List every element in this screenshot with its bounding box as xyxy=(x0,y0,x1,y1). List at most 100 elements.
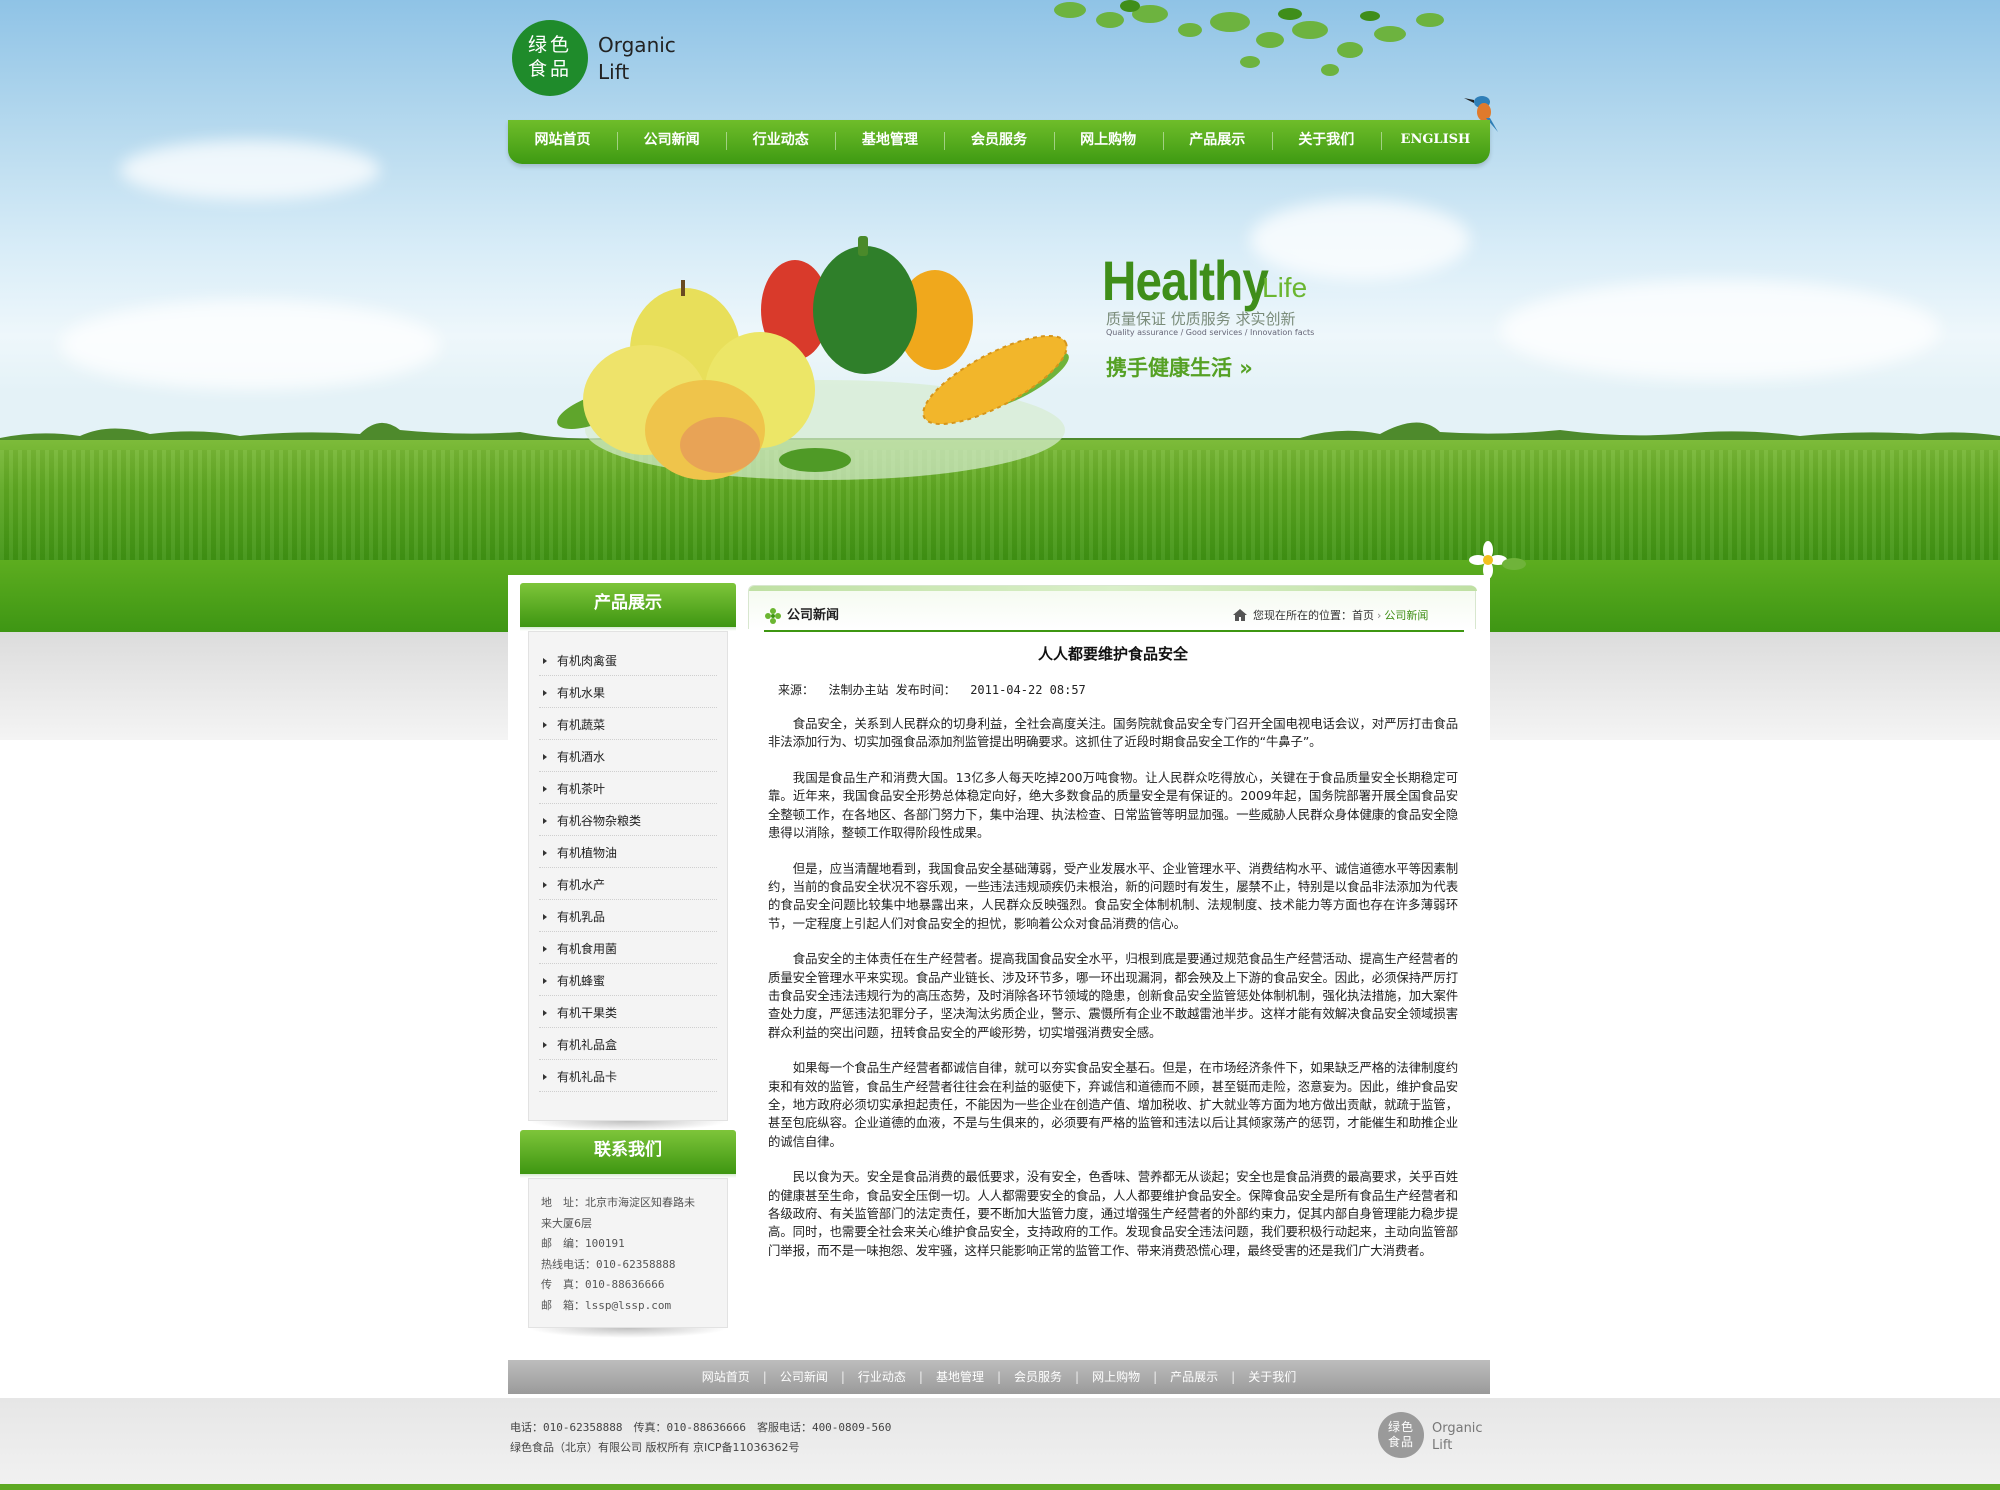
article-paragraph: 民以食为天。安全是食品消费的最低要求，没有安全，色香味、营养都无从谈起；安全也是… xyxy=(768,1169,1458,1258)
article-meta: 来源： 法制办主站 发布时间： 2011-04-22 08:57 xyxy=(778,683,1086,697)
footer-copyright: 绿色食品（北京）有限公司 版权所有 京ICP备11036362号 xyxy=(510,1441,800,1454)
main-navigation: 网站首页 公司新闻 行业动态 基地管理 会员服务 网上购物 产品展示 关于我们 … xyxy=(508,120,1490,164)
arrow-right-icon xyxy=(543,978,547,984)
footer-logo: 绿色 食品 Organic Lift xyxy=(1378,1412,1498,1462)
arrow-right-icon xyxy=(543,658,547,664)
footer-info: 电话：010-62358888 传真：010-88636666 客服电话：400… xyxy=(510,1418,891,1458)
banner-tagline-en: Quality assurance / Good services / Inno… xyxy=(1106,328,1315,337)
nav-english[interactable]: ENGLISH xyxy=(1380,120,1490,164)
product-category-item[interactable]: 有机食用菌 xyxy=(539,932,717,964)
footer-link-online-shop[interactable]: 网上购物 xyxy=(1092,1370,1140,1384)
banner-fruit-vegetables-image xyxy=(555,230,1095,490)
nav-company-news[interactable]: 公司新闻 xyxy=(617,120,726,164)
product-category-item[interactable]: 有机谷物杂粮类 xyxy=(539,804,717,836)
product-category-item[interactable]: 有机酒水 xyxy=(539,740,717,772)
banner-slogan-block: Healthy Life 质量保证 优质服务 求实创新 Quality assu… xyxy=(1102,248,1422,380)
product-category-item[interactable]: 有机肉禽蛋 xyxy=(539,644,717,676)
cloud xyxy=(60,300,440,390)
cloud xyxy=(1500,280,1940,380)
logo-text: Organic Lift xyxy=(598,33,676,84)
nav-member-service[interactable]: 会员服务 xyxy=(944,120,1053,164)
arrow-right-icon xyxy=(543,1042,547,1048)
banner-headline-small: Life xyxy=(1262,272,1308,303)
footer-link-industry-news[interactable]: 行业动态 xyxy=(858,1370,906,1384)
arrow-right-icon xyxy=(543,1010,547,1016)
footer-logo-seal: 绿色 食品 xyxy=(1378,1412,1424,1458)
banner-headline: Healthy xyxy=(1102,249,1269,312)
footer-contact-line: 电话：010-62358888 传真：010-88636666 客服电话：400… xyxy=(510,1421,892,1434)
product-category-item[interactable]: 有机水果 xyxy=(539,676,717,708)
nav-base-management[interactable]: 基地管理 xyxy=(835,120,944,164)
article-paragraph: 食品安全的主体责任在生产经营者。提高我国食品安全水平，归根到底是要通过规范食品生… xyxy=(768,951,1458,1040)
product-category-item[interactable]: 有机茶叶 xyxy=(539,772,717,804)
banner-slogan: 携手健康生活 » xyxy=(1106,356,1253,380)
product-category-item[interactable]: 有机干果类 xyxy=(539,996,717,1028)
section-title: 公司新闻 xyxy=(787,608,840,623)
product-category-item[interactable]: 有机植物油 xyxy=(539,836,717,868)
breadcrumb-prefix: 您现在所在的位置： xyxy=(1253,609,1352,622)
box-shadow xyxy=(528,1328,728,1338)
site-logo[interactable]: 绿色 食品 Organic Lift xyxy=(512,20,712,96)
arrow-right-icon xyxy=(543,914,547,920)
nav-about-us[interactable]: 关于我们 xyxy=(1271,120,1381,164)
arrow-right-icon xyxy=(543,818,547,824)
footer-background xyxy=(0,1398,2000,1490)
cloud xyxy=(120,140,380,200)
nav-industry-news[interactable]: 行业动态 xyxy=(726,120,835,164)
breadcrumb-separator-icon: › xyxy=(1377,609,1382,622)
contact-email[interactable]: 邮 箱：lssp@lssp.com xyxy=(541,1296,715,1317)
footer-link-home[interactable]: 网站首页 xyxy=(702,1370,750,1384)
contact-address-cont: 来大厦6层 xyxy=(541,1216,592,1230)
arrow-right-icon xyxy=(543,850,547,856)
article-body: 食品安全，关系到人民群众的切身利益，全社会高度关注。国务院就食品安全专门召开全国… xyxy=(768,715,1458,1277)
article-paragraph: 食品安全，关系到人民群众的切身利益，全社会高度关注。国务院就食品安全专门召开全国… xyxy=(768,716,1458,750)
footer-link-company-news[interactable]: 公司新闻 xyxy=(780,1370,828,1384)
product-category-item[interactable]: 有机蜂蜜 xyxy=(539,964,717,996)
nav-online-shop[interactable]: 网上购物 xyxy=(1053,120,1163,164)
logo-seal: 绿色 食品 xyxy=(512,20,588,96)
product-category-item[interactable]: 有机水产 xyxy=(539,868,717,900)
header-divider xyxy=(764,630,1464,632)
nav-home[interactable]: 网站首页 xyxy=(508,120,617,164)
arrow-right-icon xyxy=(543,722,547,728)
footer-link-products[interactable]: 产品展示 xyxy=(1170,1370,1218,1384)
contact-box: 地 址：北京市海淀区知春路未 来大厦6层 邮 编：100191 热线电话：010… xyxy=(528,1178,728,1328)
contact-title: 联系我们 xyxy=(520,1130,736,1178)
hanging-vine-decoration xyxy=(1040,0,1460,90)
article-paragraph: 我国是食品生产和消费大国。13亿多人每天吃掉200万吨食物。让人民群众吃得放心，… xyxy=(768,770,1458,840)
content-header: 公司新闻 您现在所在的位置：首页 › 公司新闻 xyxy=(748,585,1477,629)
article-title: 人人都要维护食品安全 xyxy=(1037,645,1188,663)
arrow-right-icon xyxy=(543,754,547,760)
breadcrumb-current[interactable]: 公司新闻 xyxy=(1384,609,1428,622)
nav-products[interactable]: 产品展示 xyxy=(1162,120,1272,164)
main-container: 产品展示 有机肉禽蛋 有机水果 有机蔬菜 有机酒水 有机茶叶 有机谷物杂粮类 有… xyxy=(508,575,1490,1360)
product-category-item[interactable]: 有机礼品卡 xyxy=(539,1060,717,1092)
contact-address: 地 址：北京市海淀区知春路未 xyxy=(541,1196,695,1209)
flower-bullet-icon xyxy=(765,608,781,628)
arrow-right-icon xyxy=(543,882,547,888)
footer-link-member-service[interactable]: 会员服务 xyxy=(1014,1370,1062,1384)
arrow-right-icon xyxy=(543,1074,547,1080)
footer-green-line xyxy=(0,1484,2000,1490)
footer-link-base-management[interactable]: 基地管理 xyxy=(936,1370,984,1384)
article-paragraph: 如果每一个食品生产经营者都诚信自律，就可以夯实食品安全基石。但是，在市场经济条件… xyxy=(768,1060,1458,1149)
footer-navigation: 网站首页 | 公司新闻 | 行业动态 | 基地管理 | 会员服务 | 网上购物 | 产品展示 | 关于我们 xyxy=(508,1360,1490,1394)
arrow-right-icon xyxy=(543,946,547,952)
contact-postcode: 邮 编：100191 xyxy=(541,1237,625,1250)
product-category-item[interactable]: 有机蔬菜 xyxy=(539,708,717,740)
product-category-item[interactable]: 有机礼品盒 xyxy=(539,1028,717,1060)
products-menu: 有机肉禽蛋 有机水果 有机蔬菜 有机酒水 有机茶叶 有机谷物杂粮类 有机植物油 … xyxy=(528,631,728,1121)
home-icon xyxy=(1233,609,1247,625)
product-category-item[interactable]: 有机乳品 xyxy=(539,900,717,932)
contact-fax: 传 真：010-88636666 xyxy=(541,1278,665,1291)
arrow-right-icon xyxy=(543,690,547,696)
banner-tagline-cn: 质量保证 优质服务 求实创新 xyxy=(1106,310,1296,328)
products-title: 产品展示 xyxy=(520,583,736,631)
contact-hotline: 热线电话：010-62358888 xyxy=(541,1257,676,1271)
breadcrumb: 您现在所在的位置：首页 › 公司新闻 xyxy=(1253,607,1428,623)
article-paragraph: 但是，应当清醒地看到，我国食品安全基础薄弱，受产业发展水平、企业管理水平、消费结… xyxy=(768,860,1458,931)
arrow-right-icon xyxy=(543,786,547,792)
footer-link-about-us[interactable]: 关于我们 xyxy=(1248,1370,1296,1384)
footer-logo-text: Organic Lift xyxy=(1432,1421,1483,1453)
breadcrumb-home[interactable]: 首页 xyxy=(1352,609,1374,622)
